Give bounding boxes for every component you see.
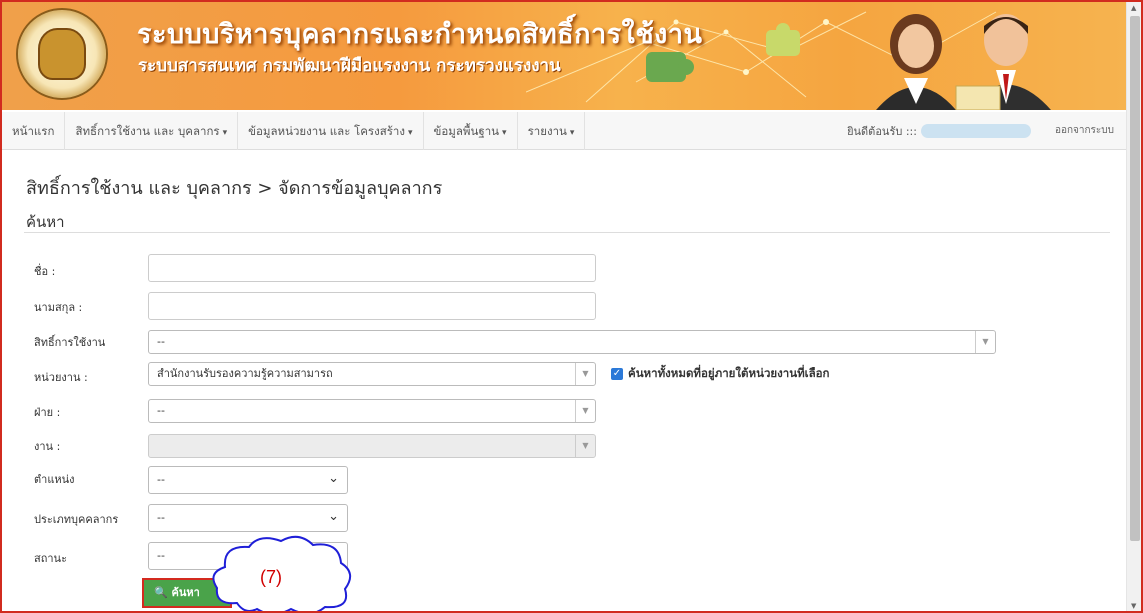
personnel-type-label: ประเภทบุคคลากร: [34, 513, 119, 526]
last-name-label: นามสกุล :: [34, 301, 83, 314]
caret-down-icon: ▾: [408, 127, 413, 138]
division-select[interactable]: -- ▼: [148, 399, 596, 423]
unit-select[interactable]: สำนักงานรับรองความรู้ความสามารถ ▼: [148, 362, 596, 386]
section-title: ค้นหา: [26, 213, 65, 231]
unit-label: หน่วยงาน :: [34, 371, 88, 384]
first-name-input[interactable]: [148, 254, 596, 282]
nav-home-label: หน้าแรก: [12, 123, 55, 138]
users-illustration-icon: [876, 14, 1051, 110]
personnel-type-select[interactable]: -- ⌄: [148, 504, 348, 532]
callout-label: (7): [260, 567, 282, 587]
include-sub-units-label: ค้นหาทั้งหมดที่อยู่ภายใต้หน่วยงานที่เลือ…: [628, 366, 830, 380]
scroll-down-icon[interactable]: ▼: [1131, 602, 1136, 610]
scroll-up-icon[interactable]: ▲: [1131, 4, 1136, 12]
nav-home[interactable]: หน้าแรก: [2, 111, 66, 150]
caret-down-icon: ▾: [502, 127, 507, 138]
position-value: --: [157, 473, 165, 486]
username-redacted: [920, 123, 1031, 138]
nav-reports[interactable]: รายงาน ▾: [518, 111, 586, 150]
scroll-thumb[interactable]: [1130, 16, 1140, 541]
caret-down-icon: ▾: [222, 127, 228, 138]
job-label: งาน :: [34, 440, 61, 453]
chevron-down-icon: ⌄: [328, 509, 339, 524]
last-name-input[interactable]: [148, 292, 596, 320]
personnel-type-value: --: [157, 511, 165, 524]
permission-label: สิทธิ์การใช้งาน: [34, 336, 106, 349]
app-title: ระบบบริหารบุคลากรและกำหนดสิทธิ์การใช้งาน: [137, 19, 703, 50]
logout-link[interactable]: ออกจากระบบ: [1043, 123, 1126, 138]
search-button-label: ค้นหา: [171, 586, 200, 599]
page-frame: ระบบบริหารบุคลากรและกำหนดสิทธิ์การใช้งาน…: [0, 0, 1143, 613]
dropdown-arrow-icon: ▼: [575, 400, 595, 422]
nav-label: ข้อมูลหน่วยงาน และ โครงสร้าง: [248, 123, 405, 138]
dropdown-arrow-icon: ▼: [975, 331, 995, 353]
header-banner: ระบบบริหารบุคลากรและกำหนดสิทธิ์การใช้งาน…: [2, 2, 1126, 110]
permission-select[interactable]: -- ▼: [148, 330, 996, 354]
callout-cloud: [212, 535, 352, 611]
status-label: สถานะ: [34, 552, 67, 565]
app-subtitle: ระบบสารสนเทศ กรมพัฒนาฝีมือแรงงาน กระทรวง…: [138, 56, 561, 76]
division-label: ฝ่าย :: [34, 406, 61, 419]
status-value: --: [157, 549, 165, 562]
nav-label: ข้อมูลพื้นฐาน: [433, 123, 500, 138]
position-label: ตำแหน่ง: [34, 473, 75, 486]
nav-label: สิทธิ์การใช้งาน และ บุคลากร: [75, 123, 220, 138]
nav-units-structure[interactable]: ข้อมูลหน่วยงาน และ โครงสร้าง ▾: [238, 111, 424, 150]
nav-basic-data[interactable]: ข้อมูลพื้นฐาน ▾: [424, 111, 518, 150]
position-select[interactable]: -- ⌄: [148, 466, 348, 494]
department-seal-icon: [16, 8, 108, 100]
page-title: สิทธิ์การใช้งาน และ บุคลากร > จัดการข้อม…: [26, 178, 443, 199]
main-navbar: หน้าแรก สิทธิ์การใช้งาน และ บุคลากร ▾ ข้อ…: [2, 111, 1126, 150]
checkbox-checked-icon: ✓: [611, 368, 623, 380]
vertical-scrollbar[interactable]: ▲ ▼: [1126, 2, 1141, 611]
welcome-text: ยินดีต้อนรับ :::: [847, 124, 917, 138]
include-sub-units-checkbox[interactable]: ✓ ค้นหาทั้งหมดที่อยู่ภายใต้หน่วยงานที่เล…: [611, 365, 830, 383]
chevron-down-icon: ⌄: [328, 471, 339, 486]
caret-down-icon: ▾: [569, 127, 575, 138]
dropdown-arrow-icon: ▼: [575, 363, 595, 385]
nav-label: รายงาน: [527, 123, 567, 138]
permission-value: --: [157, 335, 165, 348]
divider: [24, 232, 1110, 233]
division-value: --: [157, 404, 165, 417]
unit-value: สำนักงานรับรองความรู้ความสามารถ: [157, 367, 333, 380]
nav-permissions-personnel[interactable]: สิทธิ์การใช้งาน และ บุคลากร ▾: [65, 111, 239, 150]
dropdown-arrow-icon: ▼: [575, 435, 595, 457]
nav-user-area: ยินดีต้อนรับ ::: ออกจากระบบ: [847, 112, 1126, 150]
first-name-label: ชื่อ :: [34, 265, 56, 278]
search-icon: 🔍: [154, 586, 168, 599]
job-select: ▼: [148, 434, 596, 458]
